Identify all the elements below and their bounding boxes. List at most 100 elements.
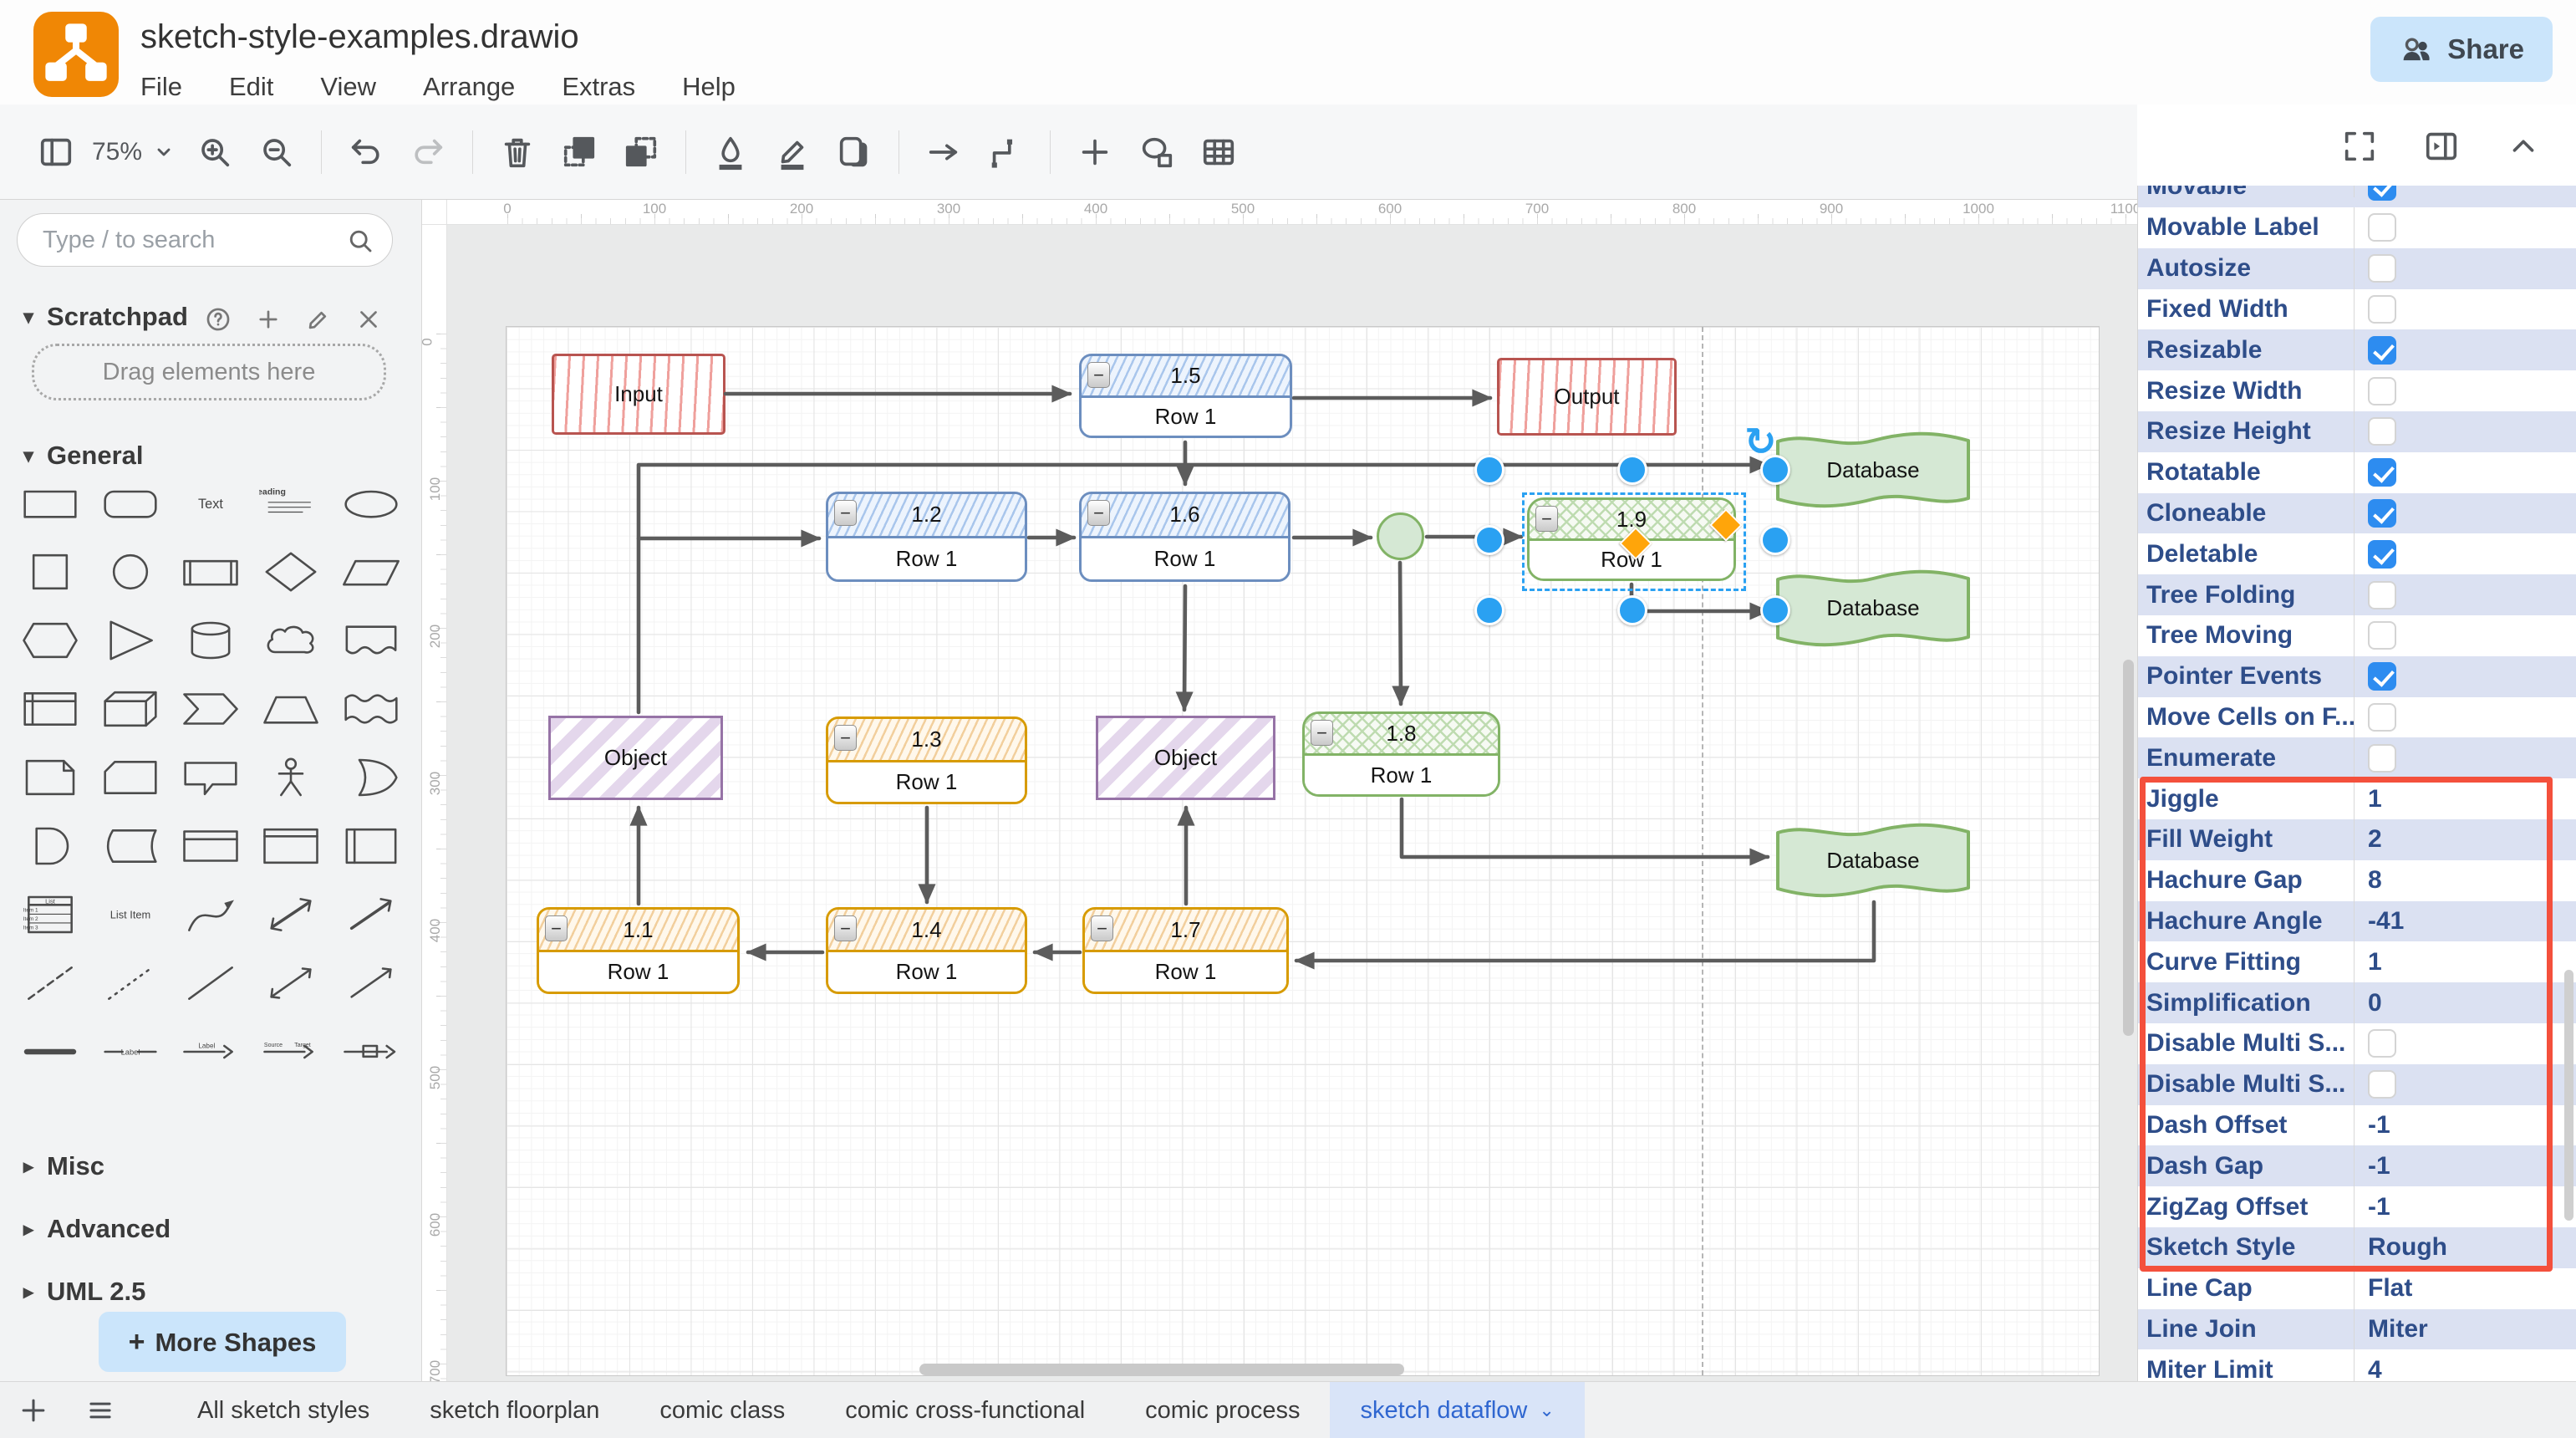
sidebar-section-uml-2-5[interactable]: ▸UML 2.5	[23, 1277, 145, 1307]
property-row-resize-height[interactable]: Resize Height	[2138, 411, 2576, 452]
node-database[interactable]: Database	[1775, 430, 1971, 510]
sidebar-section-scratchpad[interactable]: ▾ Scratchpad	[23, 302, 188, 332]
property-row-hachure-angle[interactable]: Hachure Angle-41	[2138, 901, 2576, 942]
property-checkbox[interactable]	[2368, 662, 2396, 691]
property-row-line-join[interactable]: Line JoinMiter	[2138, 1309, 2576, 1350]
line-color-button[interactable]	[761, 121, 823, 183]
palette-shape-box-arrow[interactable]	[331, 1024, 411, 1079]
palette-shape-curve[interactable]	[171, 887, 251, 942]
node-row[interactable]: Row 1	[828, 538, 1025, 579]
fill-color-button[interactable]	[700, 121, 761, 183]
palette-shape-rectangle[interactable]	[10, 476, 90, 531]
property-row-cloneable[interactable]: Cloneable	[2138, 493, 2576, 534]
property-checkbox[interactable]	[2368, 377, 2396, 405]
sidebar-section-misc[interactable]: ▸Misc	[23, 1151, 104, 1181]
insert-button[interactable]	[1064, 121, 1126, 183]
page-tab-comic-process[interactable]: comic process	[1115, 1382, 1330, 1438]
palette-shape-list[interactable]: ListItem 1Item 2Item 3	[10, 887, 90, 942]
node-row[interactable]: Row 1	[1085, 952, 1286, 992]
property-row-deletable[interactable]: Deletable	[2138, 533, 2576, 574]
property-row-movable-label[interactable]: Movable Label	[2138, 207, 2576, 248]
property-value[interactable]: Flat	[2368, 1274, 2412, 1303]
property-row-resizable[interactable]: Resizable	[2138, 329, 2576, 370]
palette-shape-horizontal-container[interactable]	[331, 818, 411, 874]
node-table-1.5[interactable]: −1.5Row 1	[1079, 354, 1292, 438]
palette-shape-square[interactable]	[10, 544, 90, 599]
property-value[interactable]: -1	[2368, 1193, 2390, 1221]
node-table-1.3[interactable]: −1.3Row 1	[826, 716, 1027, 804]
palette-shape-directional-connector[interactable]	[331, 956, 411, 1011]
property-row-miter-limit[interactable]: Miter Limit4	[2138, 1349, 2576, 1381]
palette-shape-or[interactable]	[331, 750, 411, 805]
property-checkbox[interactable]	[2368, 499, 2396, 528]
property-row-curve-fitting[interactable]: Curve Fitting1	[2138, 941, 2576, 982]
property-value[interactable]: 1	[2368, 948, 2382, 977]
menu-arrange[interactable]: Arrange	[423, 72, 515, 102]
menu-file[interactable]: File	[140, 72, 182, 102]
node-row[interactable]: Row 1	[1530, 541, 1733, 579]
property-row-resize-width[interactable]: Resize Width	[2138, 370, 2576, 411]
property-checkbox[interactable]	[2368, 336, 2396, 365]
property-checkbox[interactable]	[2368, 703, 2396, 732]
collapse-icon[interactable]: −	[545, 915, 568, 941]
waypoints-button[interactable]	[975, 121, 1036, 183]
property-checkbox[interactable]	[2368, 254, 2396, 283]
palette-shape-note[interactable]	[10, 750, 90, 805]
zoom-out-button[interactable]	[246, 121, 308, 183]
property-value[interactable]: -1	[2368, 1152, 2390, 1180]
palette-shape-cylinder[interactable]	[171, 613, 251, 668]
page-tab-comic-cross-functional[interactable]: comic cross-functional	[815, 1382, 1115, 1438]
property-row-sketch-style[interactable]: Sketch StyleRough	[2138, 1227, 2576, 1268]
property-value[interactable]: 2	[2368, 825, 2382, 854]
palette-shape-document[interactable]	[331, 613, 411, 668]
palette-shape-bidirectional-arrow[interactable]	[251, 887, 331, 942]
node-input[interactable]: Input	[552, 354, 725, 435]
palette-shape-vertical-container[interactable]	[251, 818, 331, 874]
property-checkbox[interactable]	[2368, 581, 2396, 609]
palette-shape-list-item[interactable]: List Item	[90, 887, 171, 942]
collapse-icon[interactable]: −	[834, 500, 857, 526]
property-row-hachure-gap[interactable]: Hachure Gap8	[2138, 860, 2576, 901]
node-row[interactable]: Row 1	[539, 952, 737, 992]
property-row-disable-multi-s-[interactable]: Disable Multi S...	[2138, 1064, 2576, 1105]
property-value[interactable]: 0	[2368, 989, 2382, 1017]
palette-shape-rounded-rectangle[interactable]	[90, 476, 171, 531]
node-database[interactable]: Database	[1775, 568, 1971, 649]
palette-shape-line[interactable]	[171, 956, 251, 1011]
palette-shape-hexagon[interactable]	[10, 613, 90, 668]
property-row-tree-moving[interactable]: Tree Moving	[2138, 615, 2576, 656]
share-button[interactable]: Share	[2370, 17, 2553, 82]
canvas-vertical-scrollbar[interactable]	[2123, 660, 2134, 1036]
property-checkbox[interactable]	[2368, 1029, 2396, 1058]
zoom-in-button[interactable]	[184, 121, 246, 183]
property-row-fill-weight[interactable]: Fill Weight2	[2138, 819, 2576, 860]
palette-shape-dashed-line[interactable]	[10, 956, 90, 1011]
node-object[interactable]: Object	[548, 716, 723, 800]
collapse-icon[interactable]: −	[1087, 500, 1110, 526]
node-table-1.1[interactable]: −1.1Row 1	[537, 907, 740, 994]
node-row[interactable]: Row 1	[828, 952, 1025, 992]
property-row-autosize[interactable]: Autosize	[2138, 248, 2576, 289]
palette-shape-step[interactable]	[171, 681, 251, 737]
to-back-button[interactable]	[610, 121, 672, 183]
property-checkbox[interactable]	[2368, 295, 2396, 324]
menu-edit[interactable]: Edit	[229, 72, 273, 102]
plus-icon[interactable]	[254, 305, 283, 334]
node-output[interactable]: Output	[1497, 358, 1677, 436]
node-table-1.9[interactable]: −1.9Row 1	[1527, 497, 1736, 581]
sidebar-section-advanced[interactable]: ▸Advanced	[23, 1214, 171, 1244]
property-checkbox[interactable]	[2368, 417, 2396, 446]
property-value[interactable]: -41	[2368, 907, 2404, 936]
table-button[interactable]	[1188, 121, 1250, 183]
property-checkbox[interactable]	[2368, 186, 2396, 201]
fullscreen-button[interactable]	[2329, 115, 2390, 177]
menu-help[interactable]: Help	[682, 72, 736, 102]
palette-shape-cloud[interactable]	[251, 613, 331, 668]
palette-shape-circle[interactable]	[90, 544, 171, 599]
palette-shape-card[interactable]	[90, 750, 171, 805]
property-value[interactable]: Miter	[2368, 1315, 2428, 1344]
question-icon[interactable]	[204, 305, 232, 334]
canvas-horizontal-scrollbar[interactable]	[919, 1364, 1404, 1375]
property-row-dash-offset[interactable]: Dash Offset-1	[2138, 1105, 2576, 1146]
sidebar-section-general[interactable]: ▾ General	[23, 441, 144, 471]
